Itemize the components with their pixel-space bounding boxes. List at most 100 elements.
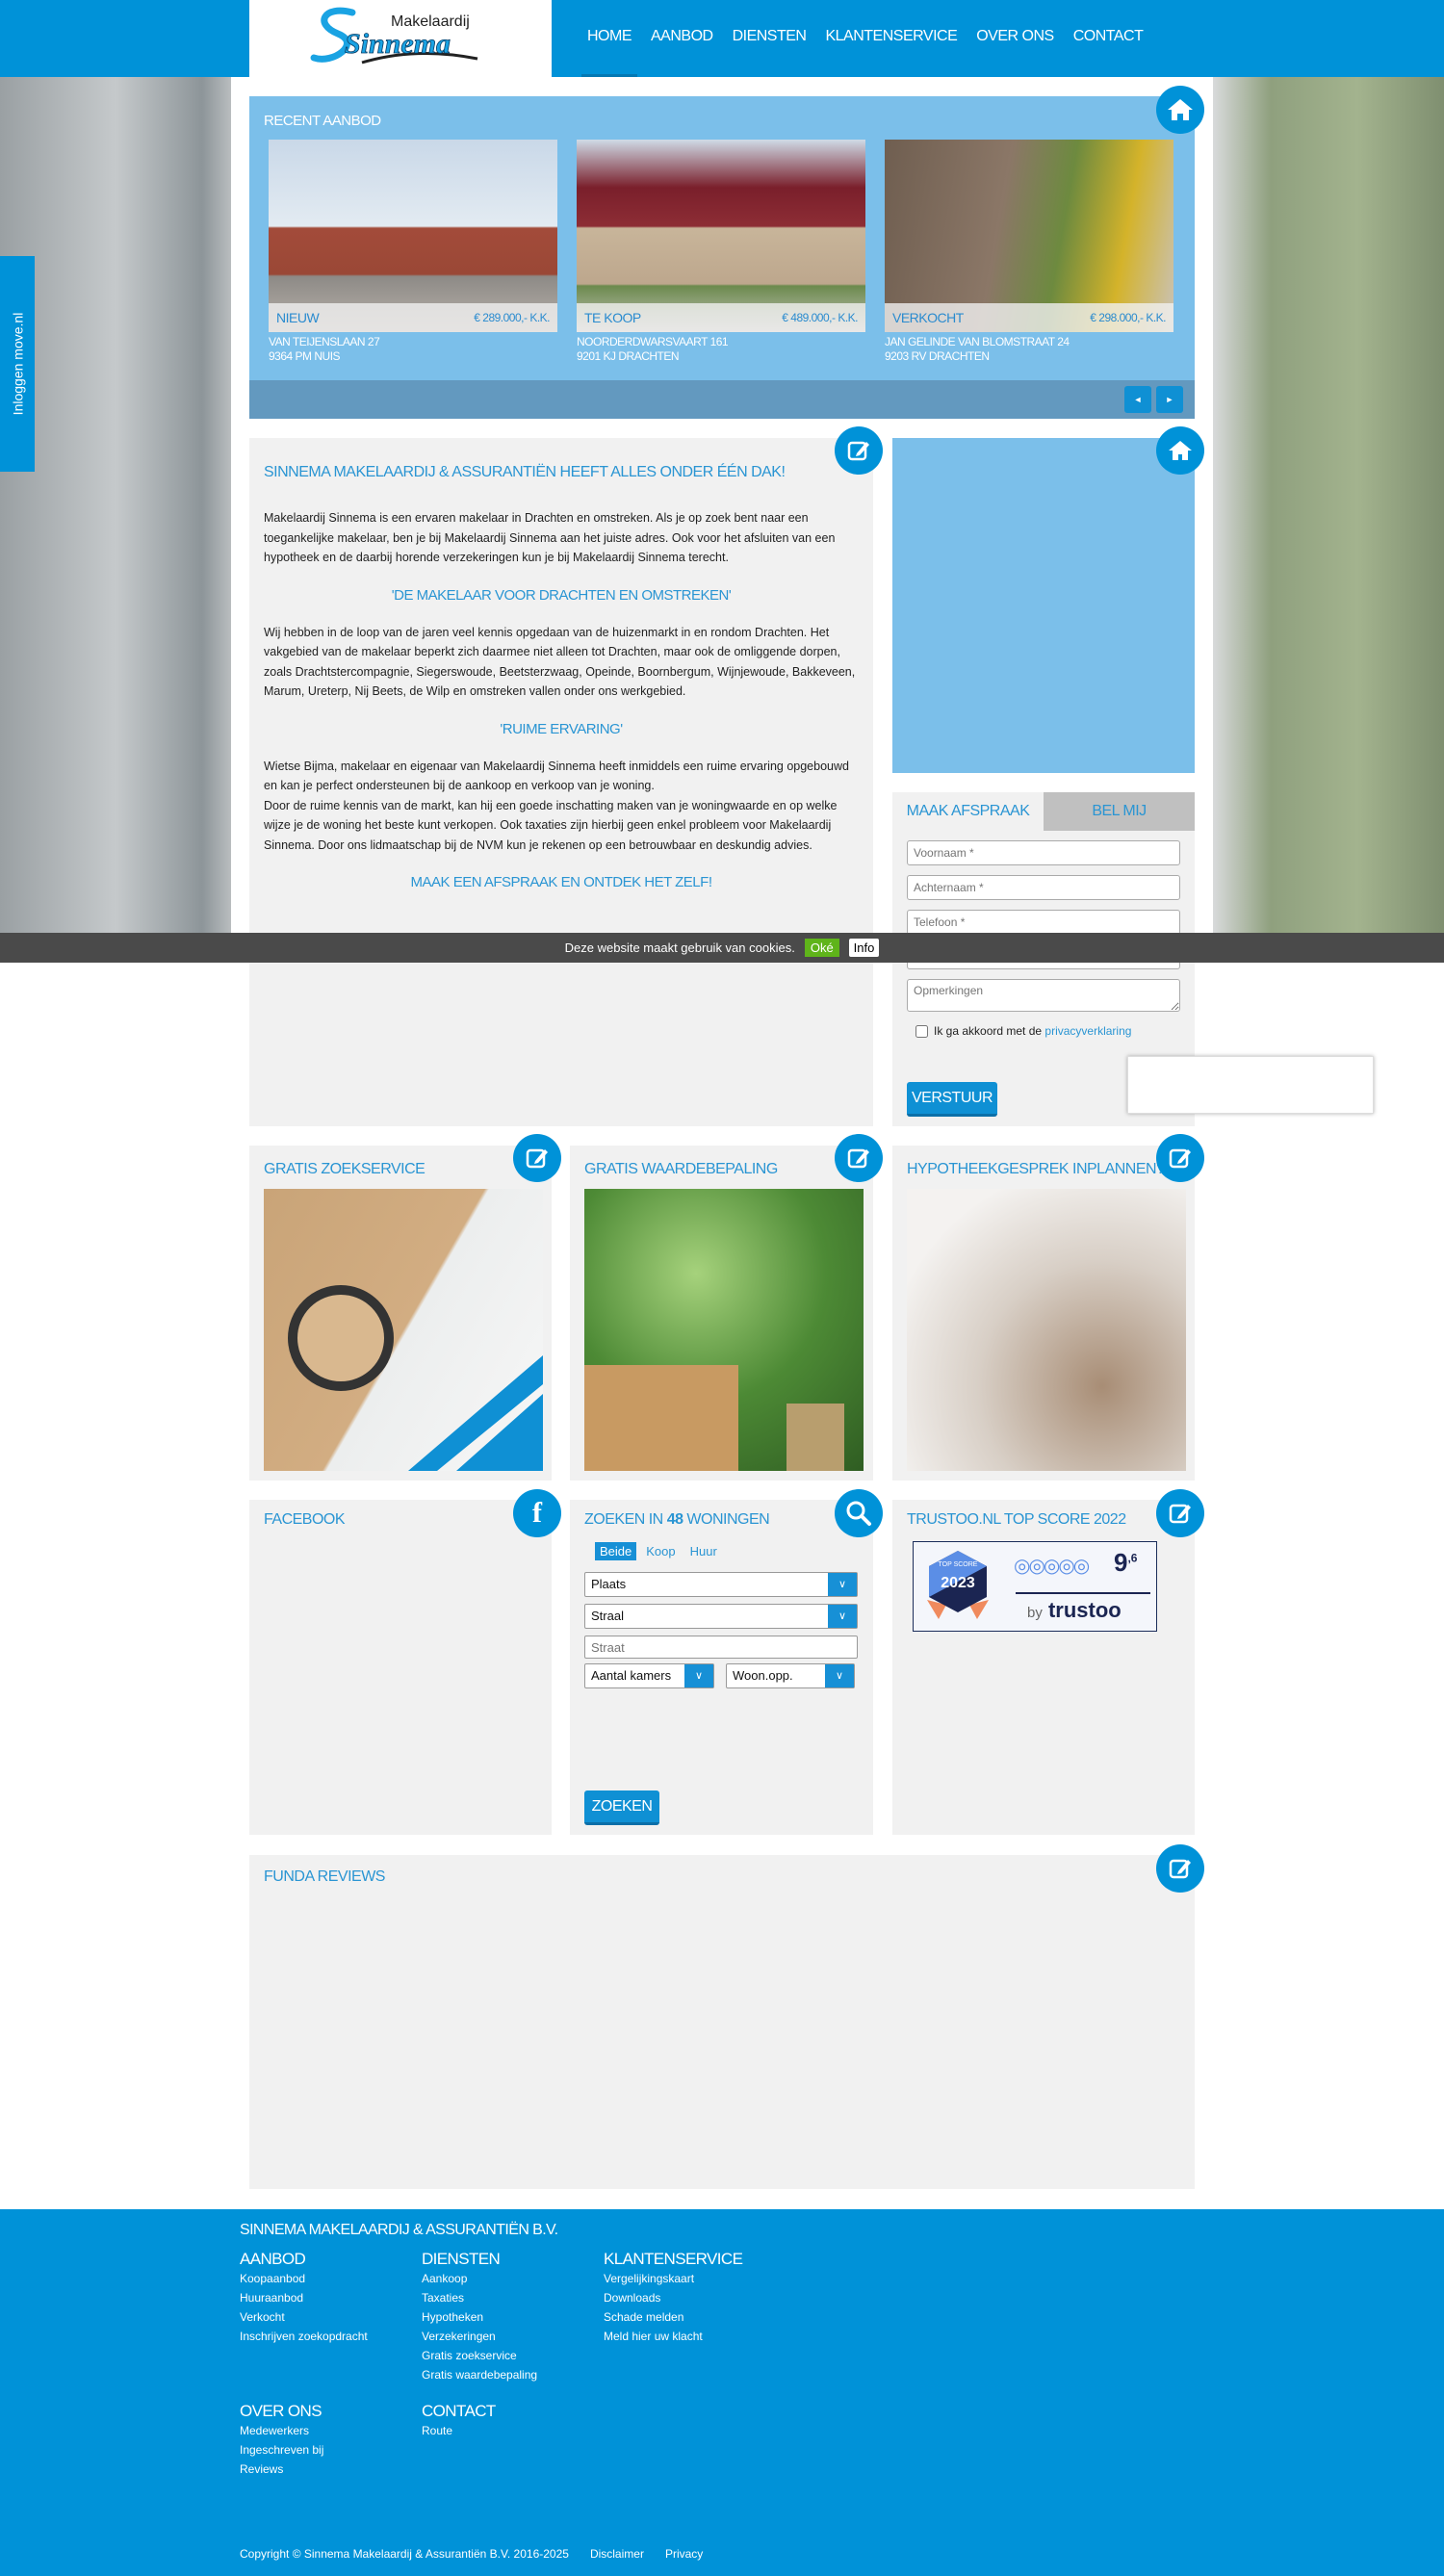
footer-link[interactable]: Gratis waardebepaling [422,2365,537,2384]
trustoo-badge[interactable]: TOP SCORE 2023 ◎◎◎◎◎ 9,6 by trustoo [913,1541,1157,1632]
footer-link[interactable]: Inschrijven zoekopdracht [240,2327,368,2346]
listing-photo: NIEUW € 289.000,- K.K. [269,140,557,332]
footer-link[interactable]: Vergelijkingskaart [604,2269,742,2288]
copyright: Copyright © Sinnema Makelaardij & Assura… [240,2547,569,2561]
chevron-down-icon: ∨ [828,1605,857,1628]
voornaam-input[interactable] [907,840,1180,865]
chevron-down-icon: ∨ [828,1573,857,1596]
edit-icon [1156,1844,1204,1893]
slider-prev-button[interactable]: ◄ [1124,386,1151,413]
slider-footer: ◄ ► [249,380,1195,419]
type-koop[interactable]: Koop [636,1542,684,1560]
cookie-bar: Deze website maakt gebruik van cookies. … [0,933,1444,963]
svg-text:2023: 2023 [941,1575,975,1591]
opmerkingen-input[interactable] [907,979,1180,1012]
listing-street: VAN TEIJENSLAAN 27 [269,335,380,348]
footer-link[interactable]: Hypotheken [422,2307,537,2327]
recent-listings: RECENT AANBOD NIEUW € 289.000,- K.K. VAN … [249,96,1195,419]
footer-link[interactable]: Ingeschreven bij [240,2440,323,2460]
listing-status: NIEUW [276,310,320,325]
woonopp-select[interactable]: Woon.opp. ∨ [726,1663,855,1688]
telefoon-input[interactable] [907,910,1180,935]
logo[interactable]: Makelaardij Sinnema [249,0,552,77]
straat-input[interactable] [584,1636,858,1659]
main-nav: HOME AANBOD DIENSTEN KLANTENSERVICE OVER… [578,0,1152,77]
svg-text:TOP SCORE: TOP SCORE [939,1561,978,1568]
intro-paragraph: Makelaardij Sinnema is een ervaren makel… [264,511,836,564]
disclaimer-link[interactable]: Disclaimer [590,2544,644,2563]
nav-klantenservice[interactable]: KLANTENSERVICE [815,0,967,77]
listing-photo: TE KOOP € 489.000,- K.K. [577,140,865,332]
privacy-checkbox[interactable] [915,1024,928,1038]
intro-title: SINNEMA MAKELAARDIJ & ASSURANTIËN HEEFT … [264,464,786,480]
footer-link[interactable]: Huuraanbod [240,2288,368,2307]
footer-link[interactable]: Taxaties [422,2288,537,2307]
promo-hypotheek[interactable]: HYPOTHEEKGESPREK INPLANNEN? [892,1146,1195,1481]
listing-price: € 289.000,- K.K. [474,311,550,324]
nav-home[interactable]: HOME [578,0,641,77]
recaptcha-badge[interactable] [1127,1056,1374,1114]
type-huur[interactable]: Huur [685,1542,722,1560]
footer-link[interactable]: Koopaanbod [240,2269,368,2288]
footer-link[interactable]: Gratis zoekservice [422,2346,537,2365]
funda-reviews: FUNDA REVIEWS [249,1855,1195,2189]
verstuur-button[interactable]: VERSTUUR [907,1082,997,1117]
home-icon [1156,426,1204,475]
facebook-icon[interactable]: f [513,1489,561,1537]
listing-card[interactable]: NIEUW € 289.000,- K.K. VAN TEIJENSLAAN 27… [269,140,557,366]
promo-title: GRATIS WAARDEBEPALING [584,1161,778,1177]
cookie-text: Deze website maakt gebruik van cookies. [564,940,795,955]
login-side-tab[interactable]: Inloggen move.nl [0,256,35,472]
footer-link[interactable]: Schade melden [604,2307,742,2327]
kamers-select[interactable]: Aantal kamers ∨ [584,1663,714,1688]
nav-contact[interactable]: CONTACT [1064,0,1153,77]
type-beide[interactable]: Beide [595,1542,637,1560]
footer-link[interactable]: Aankoop [422,2269,537,2288]
listing-city: 9201 KJ DRACHTEN [577,349,680,363]
listing-city: 9364 PM NUIS [269,349,341,363]
footer-link[interactable]: Verkocht [240,2307,368,2327]
listing-status: TE KOOP [584,310,641,325]
promo-waardebepaling[interactable]: GRATIS WAARDEBEPALING [570,1146,873,1481]
cookie-ok-button[interactable]: Oké [804,939,839,957]
achternaam-input[interactable] [907,875,1180,900]
promo-image [584,1189,864,1471]
search-widget: ZOEKEN IN 48 WONINGEN Beide Koop Huur Pl… [570,1500,873,1835]
footer-link[interactable]: Downloads [604,2288,742,2307]
tab-maak-afspraak[interactable]: MAAK AFSPRAAK [892,792,1044,831]
privacy-footer-link[interactable]: Privacy [665,2544,703,2563]
promo-zoekservice[interactable]: GRATIS ZOEKSERVICE [249,1146,552,1481]
straal-select[interactable]: Straal ∨ [584,1604,858,1629]
slider-next-button[interactable]: ► [1156,386,1183,413]
footer-link[interactable]: Route [422,2421,496,2440]
tab-bel-mij[interactable]: BEL MIJ [1044,792,1195,831]
nav-diensten[interactable]: DIENSTEN [723,0,816,77]
zoeken-button[interactable]: ZOEKEN [584,1790,659,1825]
logo-graphic: Makelaardij Sinnema [310,7,478,64]
nav-over-ons[interactable]: OVER ONS [967,0,1063,77]
footer: SINNEMA MAKELAARDIJ & ASSURANTIËN B.V. A… [0,2209,1444,2576]
nav-aanbod[interactable]: AANBOD [641,0,723,77]
cookie-info-button[interactable]: Info [848,939,880,957]
listing-status: VERKOCHT [892,310,964,325]
chevron-down-icon: ∨ [684,1664,713,1687]
plaats-select[interactable]: Plaats ∨ [584,1572,858,1597]
edit-icon [513,1134,561,1182]
footer-link[interactable]: Medewerkers [240,2421,323,2440]
footer-col-aanbod: AANBOD Koopaanbod Huuraanbod Verkocht Insch… [240,2250,368,2346]
listing-card[interactable]: VERKOCHT € 298.000,- K.K. JAN GELINDE VAN… [885,140,1173,366]
recent-title: RECENT AANBOD [264,113,381,129]
footer-link[interactable]: Verzekeringen [422,2327,537,2346]
search-title: ZOEKEN IN 48 WONINGEN [584,1511,770,1528]
listing-card[interactable]: TE KOOP € 489.000,- K.K. NOORDERDWARSVAAR… [577,140,865,366]
footer-link[interactable]: Reviews [240,2460,323,2479]
footer-link[interactable]: Meld hier uw klacht [604,2327,742,2346]
promo-title: HYPOTHEEKGESPREK INPLANNEN? [907,1161,1165,1177]
house-icon [1156,86,1204,134]
intro-paragraph: Door de ruime kennis van de markt, kan h… [264,798,838,852]
edit-icon [835,426,883,475]
listing-price: € 489.000,- K.K. [782,311,858,324]
listing-street: JAN GELINDE VAN BLOMSTRAAT 24 [885,335,1070,348]
privacy-link[interactable]: privacyverklaring [1044,1024,1131,1038]
chevron-down-icon: ∨ [825,1664,854,1687]
